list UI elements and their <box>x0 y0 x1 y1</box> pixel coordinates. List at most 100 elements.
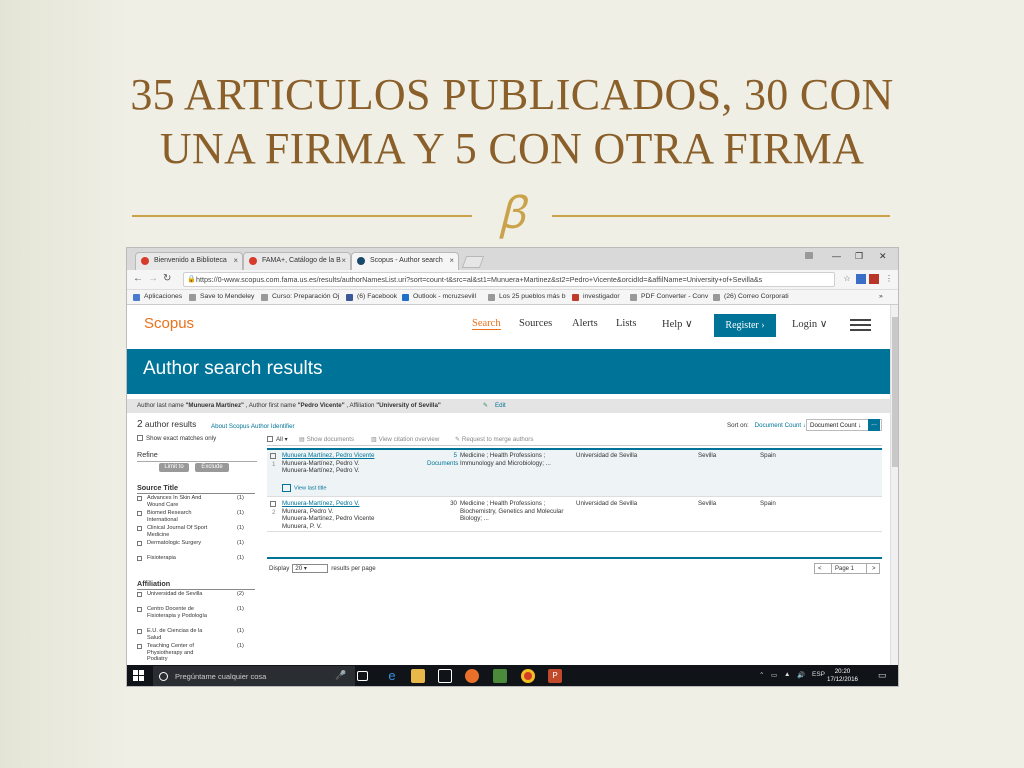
bookmark-investigador[interactable]: investigador <box>572 290 620 304</box>
bookmark-pueblos[interactable]: Los 25 pueblos más b <box>488 290 566 304</box>
action-center-icon[interactable]: ▭ <box>878 670 887 681</box>
facet-checkbox[interactable] <box>137 496 142 501</box>
language-indicator[interactable]: ESP <box>812 671 825 678</box>
close-tab-icon[interactable]: × <box>449 253 454 269</box>
pdf-extension-icon[interactable] <box>869 274 879 284</box>
powerpoint-icon[interactable]: P <box>548 669 562 683</box>
close-window-button[interactable]: ✕ <box>879 251 887 262</box>
exact-matches-checkbox[interactable] <box>137 435 143 442</box>
menu-dots-icon[interactable]: ⋮ <box>884 274 894 284</box>
view-last-title-link[interactable]: View last title <box>282 484 327 492</box>
bookmark-facebook[interactable]: (6) Facebook <box>346 290 397 304</box>
store-icon[interactable] <box>438 669 452 683</box>
new-tab-button[interactable] <box>461 256 485 268</box>
sort-document-count-link[interactable]: Document Count ↓ <box>755 422 806 429</box>
browser-tab-fama[interactable]: FAMA+, Catálogo de la B × <box>243 252 351 270</box>
author-name-link[interactable]: Munuera-Martínez, Pedro V. <box>282 500 412 508</box>
bookmark-curso[interactable]: Curso: Preparación Oj <box>261 290 339 304</box>
nav-help[interactable]: Help ∨ <box>662 318 693 330</box>
hamburger-menu-icon[interactable] <box>850 319 871 331</box>
page-input[interactable]: Page 1 <box>831 564 867 574</box>
row-checkbox[interactable] <box>270 501 276 507</box>
bookmark-outlook[interactable]: Outlook - mcruzsevill <box>402 290 476 304</box>
prev-page-icon[interactable]: < <box>818 564 822 574</box>
facet-item[interactable]: Biomed Research International (1) <box>137 510 255 524</box>
browser-tab-scopus[interactable]: Scopus - Author search × <box>351 252 459 270</box>
facet-checkbox[interactable] <box>137 644 142 649</box>
reload-icon[interactable]: ↻ <box>163 273 171 284</box>
facet-item[interactable]: Centro Docente de Fisioterapia y Podolog… <box>137 606 255 627</box>
scrollbar-thumb[interactable] <box>892 317 898 467</box>
edge-browser-icon[interactable]: e <box>385 669 399 683</box>
scopus-logo[interactable]: Scopus <box>144 315 194 332</box>
facet-checkbox[interactable] <box>137 592 142 597</box>
bookmark-star-icon[interactable]: ☆ <box>842 274 852 284</box>
taskbar-clock[interactable]: 20:20 17/12/2016 <box>827 668 858 684</box>
browser-tab-biblioteca[interactable]: Bienvenido a Biblioteca × <box>135 252 243 270</box>
nav-lists[interactable]: Lists <box>616 318 636 329</box>
facet-item[interactable]: Universidad de Sevilla (2) <box>137 591 255 605</box>
facet-checkbox[interactable] <box>137 556 142 561</box>
edit-query-link[interactable]: Edit <box>483 399 506 413</box>
facet-checkbox[interactable] <box>137 511 142 516</box>
windows-start-icon[interactable] <box>133 670 145 682</box>
login-button[interactable]: Login ∨ <box>792 318 827 330</box>
nav-search[interactable]: Search <box>472 318 501 330</box>
facet-item[interactable]: Advances In Skin And Wound Care (1) <box>137 495 255 509</box>
maximize-button[interactable]: ❐ <box>855 251 863 262</box>
firefox-icon[interactable] <box>465 669 479 683</box>
close-tab-icon[interactable]: × <box>341 253 346 269</box>
facet-checkbox[interactable] <box>137 629 142 634</box>
exclude-button[interactable]: Exclude <box>195 463 229 472</box>
document-count-link[interactable]: 5 Documents <box>427 452 458 467</box>
view-citation-overview-button[interactable]: ▥ View citation overview <box>371 436 439 443</box>
microphone-icon[interactable]: 🎤 <box>335 670 346 681</box>
sort-go-button[interactable]: ... <box>868 419 880 431</box>
forward-arrow-icon[interactable]: → <box>148 273 158 284</box>
facet-item[interactable]: Dermatologic Surgery (1) <box>137 540 255 554</box>
bookmark-correo[interactable]: (26) Correo Corporati <box>713 290 789 304</box>
facet-checkbox[interactable] <box>137 607 142 612</box>
facet-checkbox[interactable] <box>137 526 142 531</box>
minimize-button[interactable]: — <box>832 251 841 261</box>
page-scrollbar[interactable] <box>890 305 898 665</box>
network-icon[interactable]: ▲ <box>784 671 790 678</box>
facet-item[interactable]: E.U. de Ciencias de la Salud (1) <box>137 628 255 642</box>
document-count[interactable]: 30 <box>427 500 457 508</box>
row-checkbox[interactable] <box>270 453 276 459</box>
show-documents-button[interactable]: ▤ Show documents <box>299 436 354 443</box>
back-arrow-icon[interactable]: ← <box>133 273 143 284</box>
about-author-identifier-link[interactable]: About Scopus Author Identifier <box>211 423 295 430</box>
nav-sources[interactable]: Sources <box>519 318 552 329</box>
results-per-page-select[interactable]: 20 ▾ <box>292 564 329 573</box>
more-bookmarks-icon[interactable]: » <box>879 290 883 304</box>
app-icon[interactable] <box>493 669 507 683</box>
nav-alerts[interactable]: Alerts <box>572 318 598 329</box>
limit-to-button[interactable]: Limit to <box>159 463 189 472</box>
facet-item[interactable]: Fisioterapia (1) <box>137 555 255 563</box>
request-merge-button[interactable]: ✎ Request to merge authors <box>455 436 533 443</box>
user-profile-icon[interactable] <box>805 252 813 259</box>
register-button[interactable]: Register › <box>714 314 776 337</box>
facet-checkbox[interactable] <box>137 541 142 546</box>
chrome-icon[interactable] <box>521 669 535 683</box>
close-tab-icon[interactable]: × <box>233 253 238 269</box>
facet-item[interactable]: Clinical Journal Of Sport Medicine (1) <box>137 525 255 539</box>
author-name-link[interactable]: Munuera Martínez, Pedro Vicente <box>282 452 412 460</box>
task-view-icon[interactable] <box>357 671 368 681</box>
bookmark-pdf-converter[interactable]: PDF Converter - Conv <box>630 290 708 304</box>
select-all-checkbox[interactable] <box>267 436 273 443</box>
taskbar-search-input[interactable]: Pregúntame cualquier cosa <box>153 666 355 686</box>
url-input[interactable]: 🔒 https://0-www.scopus.com.fama.us.es/re… <box>183 272 835 287</box>
bookmark-save-to-mendeley[interactable]: Save to Mendeley <box>189 290 254 304</box>
file-explorer-icon[interactable] <box>411 669 425 683</box>
select-all-dropdown[interactable]: All ▾ <box>267 436 288 443</box>
bookmark-aplicaciones[interactable]: Aplicaciones <box>133 290 182 304</box>
battery-icon[interactable]: ▭ <box>771 671 777 679</box>
extension-icon[interactable] <box>856 274 866 284</box>
tray-chevron-icon[interactable]: ⌃ <box>759 671 764 679</box>
exact-matches-option[interactable]: Show exact matches only <box>137 435 257 442</box>
volume-icon[interactable]: 🔊 <box>797 671 805 679</box>
next-page-icon[interactable]: > <box>872 564 876 574</box>
facet-item[interactable]: Teaching Center of Physiotherapy and Pod… <box>137 643 255 663</box>
